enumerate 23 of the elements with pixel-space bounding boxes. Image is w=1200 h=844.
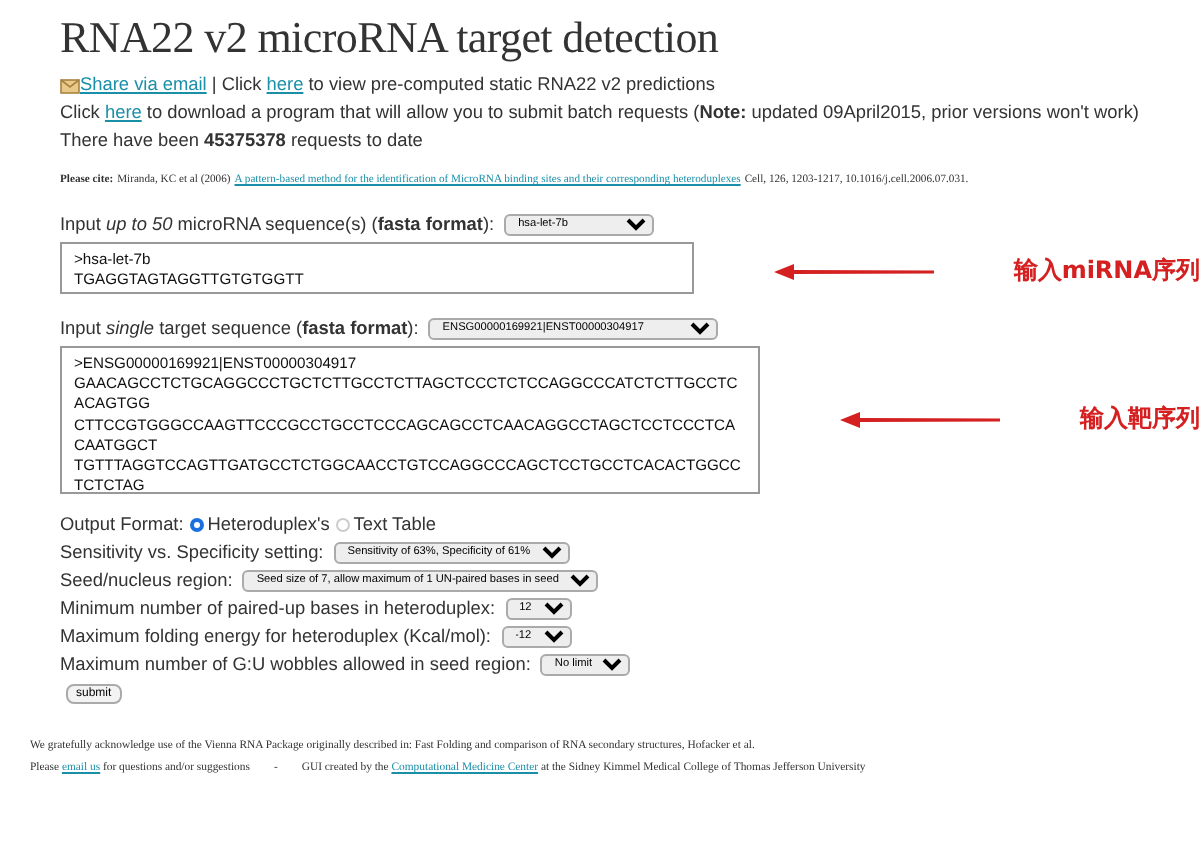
- intro-text: to download a program that will allow you to submit batch requests (Note: updated 09April2015, prior versions won't work): [144, 100, 1139, 126]
- field-label: Output Format:: [60, 512, 184, 538]
- setting-label: Sensitivity vs. Specificity setting:: [60, 540, 324, 566]
- setting-label: Maximum folding energy for heteroduplex (Kcal/mol):: [60, 624, 491, 650]
- radio-label: Heteroduplex's: [207, 512, 330, 538]
- setting-label: Maximum number of G:U wobbles allowed in seed region:: [60, 652, 531, 678]
- setting-label: Minimum number of paired-up bases in heteroduplex:: [60, 596, 496, 622]
- intro-text: to view pre-computed static RNA22 v2 predictions: [306, 72, 715, 98]
- share-email-link[interactable]: Share via email: [80, 70, 207, 98]
- annotation-text: 输入靶序列: [1080, 402, 1200, 436]
- field-label: Input up to 50 microRNA sequence(s) (fasta format):: [60, 212, 495, 238]
- envelope-icon: [60, 75, 80, 93]
- setting-label: Seed/nucleus region:: [60, 568, 233, 594]
- radio-button[interactable]: [189, 517, 204, 531]
- intro-text: Click: [60, 100, 102, 126]
- intro-text: | Click: [209, 72, 264, 98]
- annotation-text: 输入miRNA序列: [1013, 254, 1200, 288]
- page-title: RNA22 v2 microRNA target detection: [60, 12, 721, 64]
- download-link[interactable]: here: [104, 98, 142, 126]
- request-count-text: There have been 45375378 requests to date: [60, 128, 423, 154]
- predictions-link[interactable]: here: [266, 70, 304, 98]
- radio-label: Text Table: [353, 512, 436, 538]
- field-label: Input single target sequence (fasta format):: [60, 316, 419, 342]
